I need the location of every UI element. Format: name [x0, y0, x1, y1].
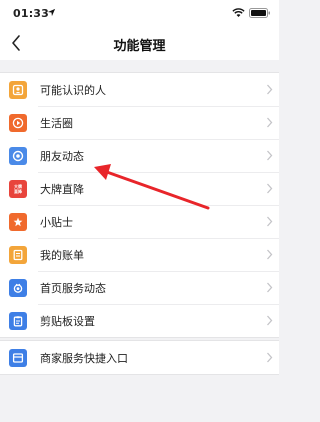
list-item-home-service-updates[interactable]: 首页服务动态	[0, 271, 279, 304]
merchant-shortcut-icon	[9, 349, 27, 367]
chevron-right-icon	[267, 84, 273, 95]
chevron-right-icon	[267, 282, 273, 293]
chevron-right-icon	[267, 216, 273, 227]
clipboard-icon	[9, 312, 27, 330]
chevron-right-icon	[267, 249, 273, 260]
list-item-label: 小贴士	[40, 216, 73, 229]
person-card-icon	[9, 81, 27, 99]
list-item-label: 可能认识的人	[40, 84, 106, 97]
list-item-merchant-shortcut[interactable]: 商家服务快捷入口	[0, 341, 279, 374]
list-item-possible-friends[interactable]: 可能认识的人	[0, 73, 279, 106]
merchant-list: 商家服务快捷入口	[0, 340, 279, 375]
list-item-tips[interactable]: 小贴士	[0, 205, 279, 238]
chevron-right-icon	[267, 183, 273, 194]
battery-icon	[249, 8, 270, 18]
status-bar: 01:33	[0, 0, 279, 28]
list-item-label: 我的账单	[40, 249, 84, 262]
list-item-life-circle[interactable]: 生活圈	[0, 106, 279, 139]
brand-discount-icon: 大牌 直降	[9, 180, 27, 198]
list-item-label: 商家服务快捷入口	[40, 352, 128, 365]
list-item-my-bill[interactable]: 我的账单	[0, 238, 279, 271]
status-time: 01:33	[13, 7, 50, 20]
chevron-right-icon	[267, 352, 273, 363]
list-item-label: 朋友动态	[40, 150, 84, 163]
feature-list: 可能认识的人 生活圈 朋友动态 大牌 直降 大牌直降 小贴士 我的账单 首页服务…	[0, 72, 279, 338]
bill-icon	[9, 246, 27, 264]
list-item-label: 生活圈	[40, 117, 73, 130]
chevron-right-icon	[267, 150, 273, 161]
list-item-brand-discount[interactable]: 大牌 直降 大牌直降	[0, 172, 279, 205]
service-icon	[9, 279, 27, 297]
camera-aperture-icon	[9, 147, 27, 165]
list-item-label: 首页服务动态	[40, 282, 106, 295]
page-title: 功能管理	[113, 39, 166, 54]
list-item-label: 剪贴板设置	[40, 315, 95, 328]
chevron-right-icon	[267, 117, 273, 128]
location-arrow-icon	[47, 8, 56, 17]
brand-discount-icon-text: 大牌 直降	[14, 184, 22, 194]
list-item-friend-moments[interactable]: 朋友动态	[0, 139, 279, 172]
star-tip-icon	[9, 213, 27, 231]
list-item-clipboard-settings[interactable]: 剪贴板设置	[0, 304, 279, 337]
list-item-label: 大牌直降	[40, 183, 84, 196]
nav-bar: 功能管理	[0, 28, 279, 60]
chevron-right-icon	[267, 315, 273, 326]
play-circle-icon	[9, 114, 27, 132]
wifi-icon	[232, 8, 245, 17]
